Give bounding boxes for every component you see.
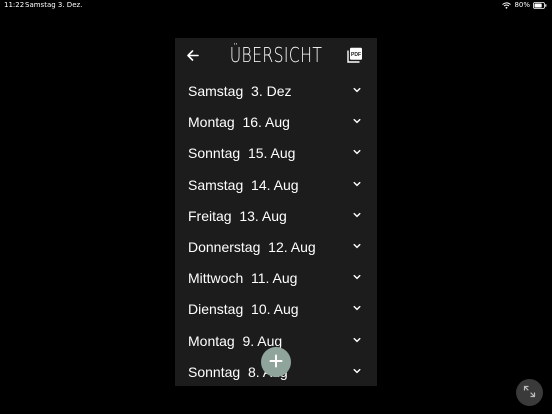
day-item[interactable]: Freitag 13. Aug bbox=[175, 200, 377, 231]
chevron-down-icon bbox=[353, 242, 361, 250]
chevron-down-icon bbox=[353, 117, 361, 125]
chevron-down-icon bbox=[353, 273, 361, 281]
app-panel: ÜBERSICHT PDF Samstag 3. Dez Montag 16. … bbox=[175, 38, 377, 386]
day-list: Samstag 3. Dez Montag 16. Aug Sonntag 15… bbox=[175, 75, 377, 386]
pdf-export-button[interactable]: PDF bbox=[347, 47, 363, 63]
status-date: Samstag 3. Dez. bbox=[25, 1, 83, 9]
day-label: Dienstag 10. Aug bbox=[188, 301, 299, 318]
day-item[interactable]: Mittwoch 11. Aug bbox=[175, 262, 377, 293]
day-label: Freitag 13. Aug bbox=[188, 207, 287, 224]
day-item[interactable]: Dienstag 10. Aug bbox=[175, 293, 377, 324]
pdf-label: PDF bbox=[351, 52, 361, 58]
status-time: 11:22 bbox=[4, 1, 25, 9]
add-day-button[interactable] bbox=[261, 347, 291, 377]
chevron-down-icon bbox=[353, 148, 361, 156]
pdf-icon: PDF bbox=[347, 47, 363, 63]
chevron-down-icon bbox=[353, 86, 361, 94]
day-item[interactable]: Sonntag 15. Aug bbox=[175, 137, 377, 168]
wifi-icon bbox=[502, 2, 512, 9]
day-item[interactable]: Donnerstag 12. Aug bbox=[175, 231, 377, 262]
day-label: Montag 16. Aug bbox=[188, 114, 290, 131]
status-right: 80% bbox=[502, 0, 547, 11]
plus-icon bbox=[269, 353, 283, 372]
day-item[interactable]: Samstag 3. Dez bbox=[175, 75, 377, 106]
status-bar: 11:22 Samstag 3. Dez. 80% bbox=[0, 0, 552, 12]
screen: 11:22 Samstag 3. Dez. 80% ÜBERSICHT PDF … bbox=[0, 0, 552, 414]
battery-icon bbox=[533, 2, 547, 9]
chevron-down-icon bbox=[353, 336, 361, 344]
chevron-down-icon bbox=[353, 304, 361, 312]
day-label: Donnerstag 12. Aug bbox=[188, 238, 316, 255]
chevron-down-icon bbox=[353, 180, 361, 188]
day-label: Sonntag 15. Aug bbox=[188, 145, 296, 162]
header: ÜBERSICHT PDF bbox=[175, 38, 377, 72]
battery-percent: 80% bbox=[514, 1, 530, 9]
day-label: Samstag 3. Dez bbox=[188, 83, 292, 99]
resize-button[interactable] bbox=[516, 379, 543, 406]
day-label: Samstag 14. Aug bbox=[188, 176, 299, 193]
day-item[interactable]: Samstag 14. Aug bbox=[175, 169, 377, 200]
chevron-down-icon bbox=[353, 367, 361, 375]
resize-icon bbox=[523, 383, 536, 402]
day-item[interactable]: Montag 16. Aug bbox=[175, 106, 377, 137]
page-title: ÜBERSICHT bbox=[229, 43, 323, 67]
chevron-down-icon bbox=[353, 211, 361, 219]
day-label: Mittwoch 11. Aug bbox=[188, 270, 298, 287]
